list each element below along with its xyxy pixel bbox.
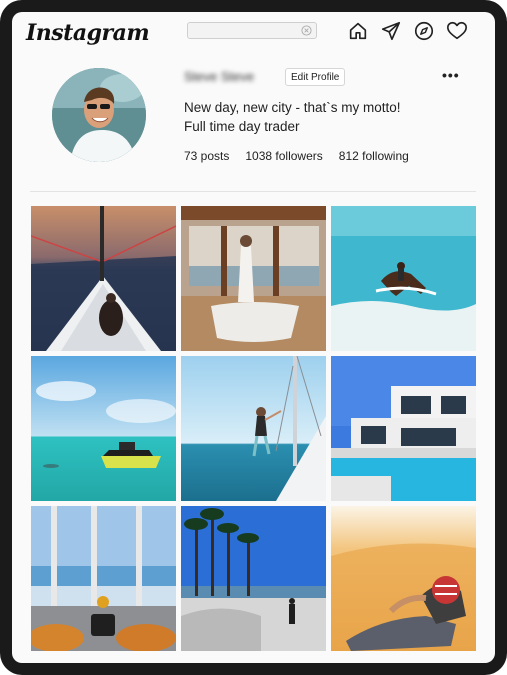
profile-stats: 73 posts 1038 followers 812 following [184, 149, 425, 163]
edit-profile-button[interactable]: Edit Profile [285, 68, 346, 86]
send-icon[interactable] [380, 20, 403, 42]
top-navigation-bar: Instagram [12, 12, 495, 52]
search-clear-icon[interactable] [301, 25, 312, 36]
palm-beach-skatepark-post[interactable] [181, 506, 326, 651]
search-input[interactable] [187, 22, 317, 39]
followers-count[interactable]: 1038 followers [245, 149, 322, 163]
instagram-logo[interactable]: Instagram [26, 20, 150, 46]
bio-line: Full time day trader [184, 119, 300, 134]
sailboat-bow-post[interactable] [31, 206, 176, 351]
profile-username: Steve Steve [184, 69, 255, 84]
bio-line: New day, new city - that`s my motto! [184, 100, 401, 115]
sailboat-mast-post[interactable] [181, 356, 326, 501]
desert-man-post[interactable] [331, 506, 476, 651]
bathtub-sea-view-post[interactable] [181, 206, 326, 351]
villa-pool-post[interactable] [331, 356, 476, 501]
nav-icons [347, 20, 469, 42]
instagram-screen: Instagram Steve Steve Edit Profile ••• N… [12, 12, 495, 663]
following-count[interactable]: 812 following [339, 149, 409, 163]
profile-divider [30, 191, 476, 192]
pizza-terrace-post[interactable] [31, 506, 176, 651]
device-frame: Instagram Steve Steve Edit Profile ••• N… [0, 0, 507, 675]
horse-riding-surf-post[interactable] [331, 206, 476, 351]
home-icon[interactable] [347, 20, 370, 42]
profile-avatar[interactable] [52, 68, 146, 162]
explore-icon[interactable] [413, 20, 436, 42]
heart-icon[interactable] [446, 20, 469, 42]
more-options-icon[interactable]: ••• [442, 68, 460, 86]
posts-count: 73 posts [184, 149, 230, 163]
avatar-image [52, 68, 146, 162]
jet-ski-post[interactable] [31, 356, 176, 501]
profile-bio: New day, new city - that`s my motto! Ful… [184, 98, 401, 136]
